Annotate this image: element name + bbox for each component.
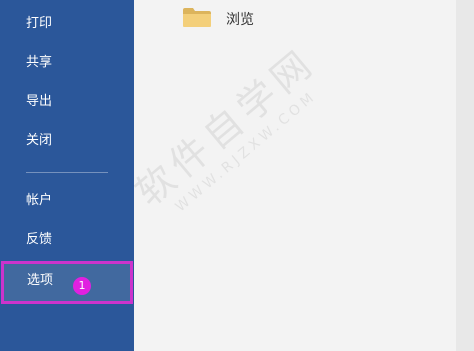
window-edge [456, 0, 474, 351]
sidebar-item-account[interactable]: 帐户 [0, 181, 134, 221]
sidebar-item-close[interactable]: 关闭 [0, 121, 134, 161]
step-badge: 1 [73, 277, 91, 295]
backstage-main: 浏览 [134, 0, 474, 351]
sidebar-item-label: 选项 [27, 273, 54, 288]
sidebar-item-feedback[interactable]: 反馈 [0, 220, 134, 260]
sidebar-item-label: 打印 [26, 16, 53, 31]
folder-icon [182, 6, 212, 32]
browse-label: 浏览 [226, 12, 254, 28]
sidebar-item-label: 共享 [26, 55, 53, 70]
sidebar-item-print[interactable]: 打印 [0, 4, 134, 44]
sidebar-item-share[interactable]: 共享 [0, 43, 134, 83]
sidebar-item-options[interactable]: 选项 [1, 261, 133, 304]
sidebar-divider [26, 172, 108, 173]
sidebar-item-label: 关闭 [26, 133, 53, 148]
backstage-sidebar: 打印 共享 导出 关闭 帐户 反馈 选项 1 [0, 0, 134, 351]
browse-button[interactable]: 浏览 [182, 4, 254, 34]
sidebar-item-export[interactable]: 导出 [0, 82, 134, 122]
sidebar-item-label: 帐户 [26, 193, 53, 208]
sidebar-item-label: 反馈 [26, 232, 53, 247]
sidebar-item-label: 导出 [26, 94, 53, 109]
